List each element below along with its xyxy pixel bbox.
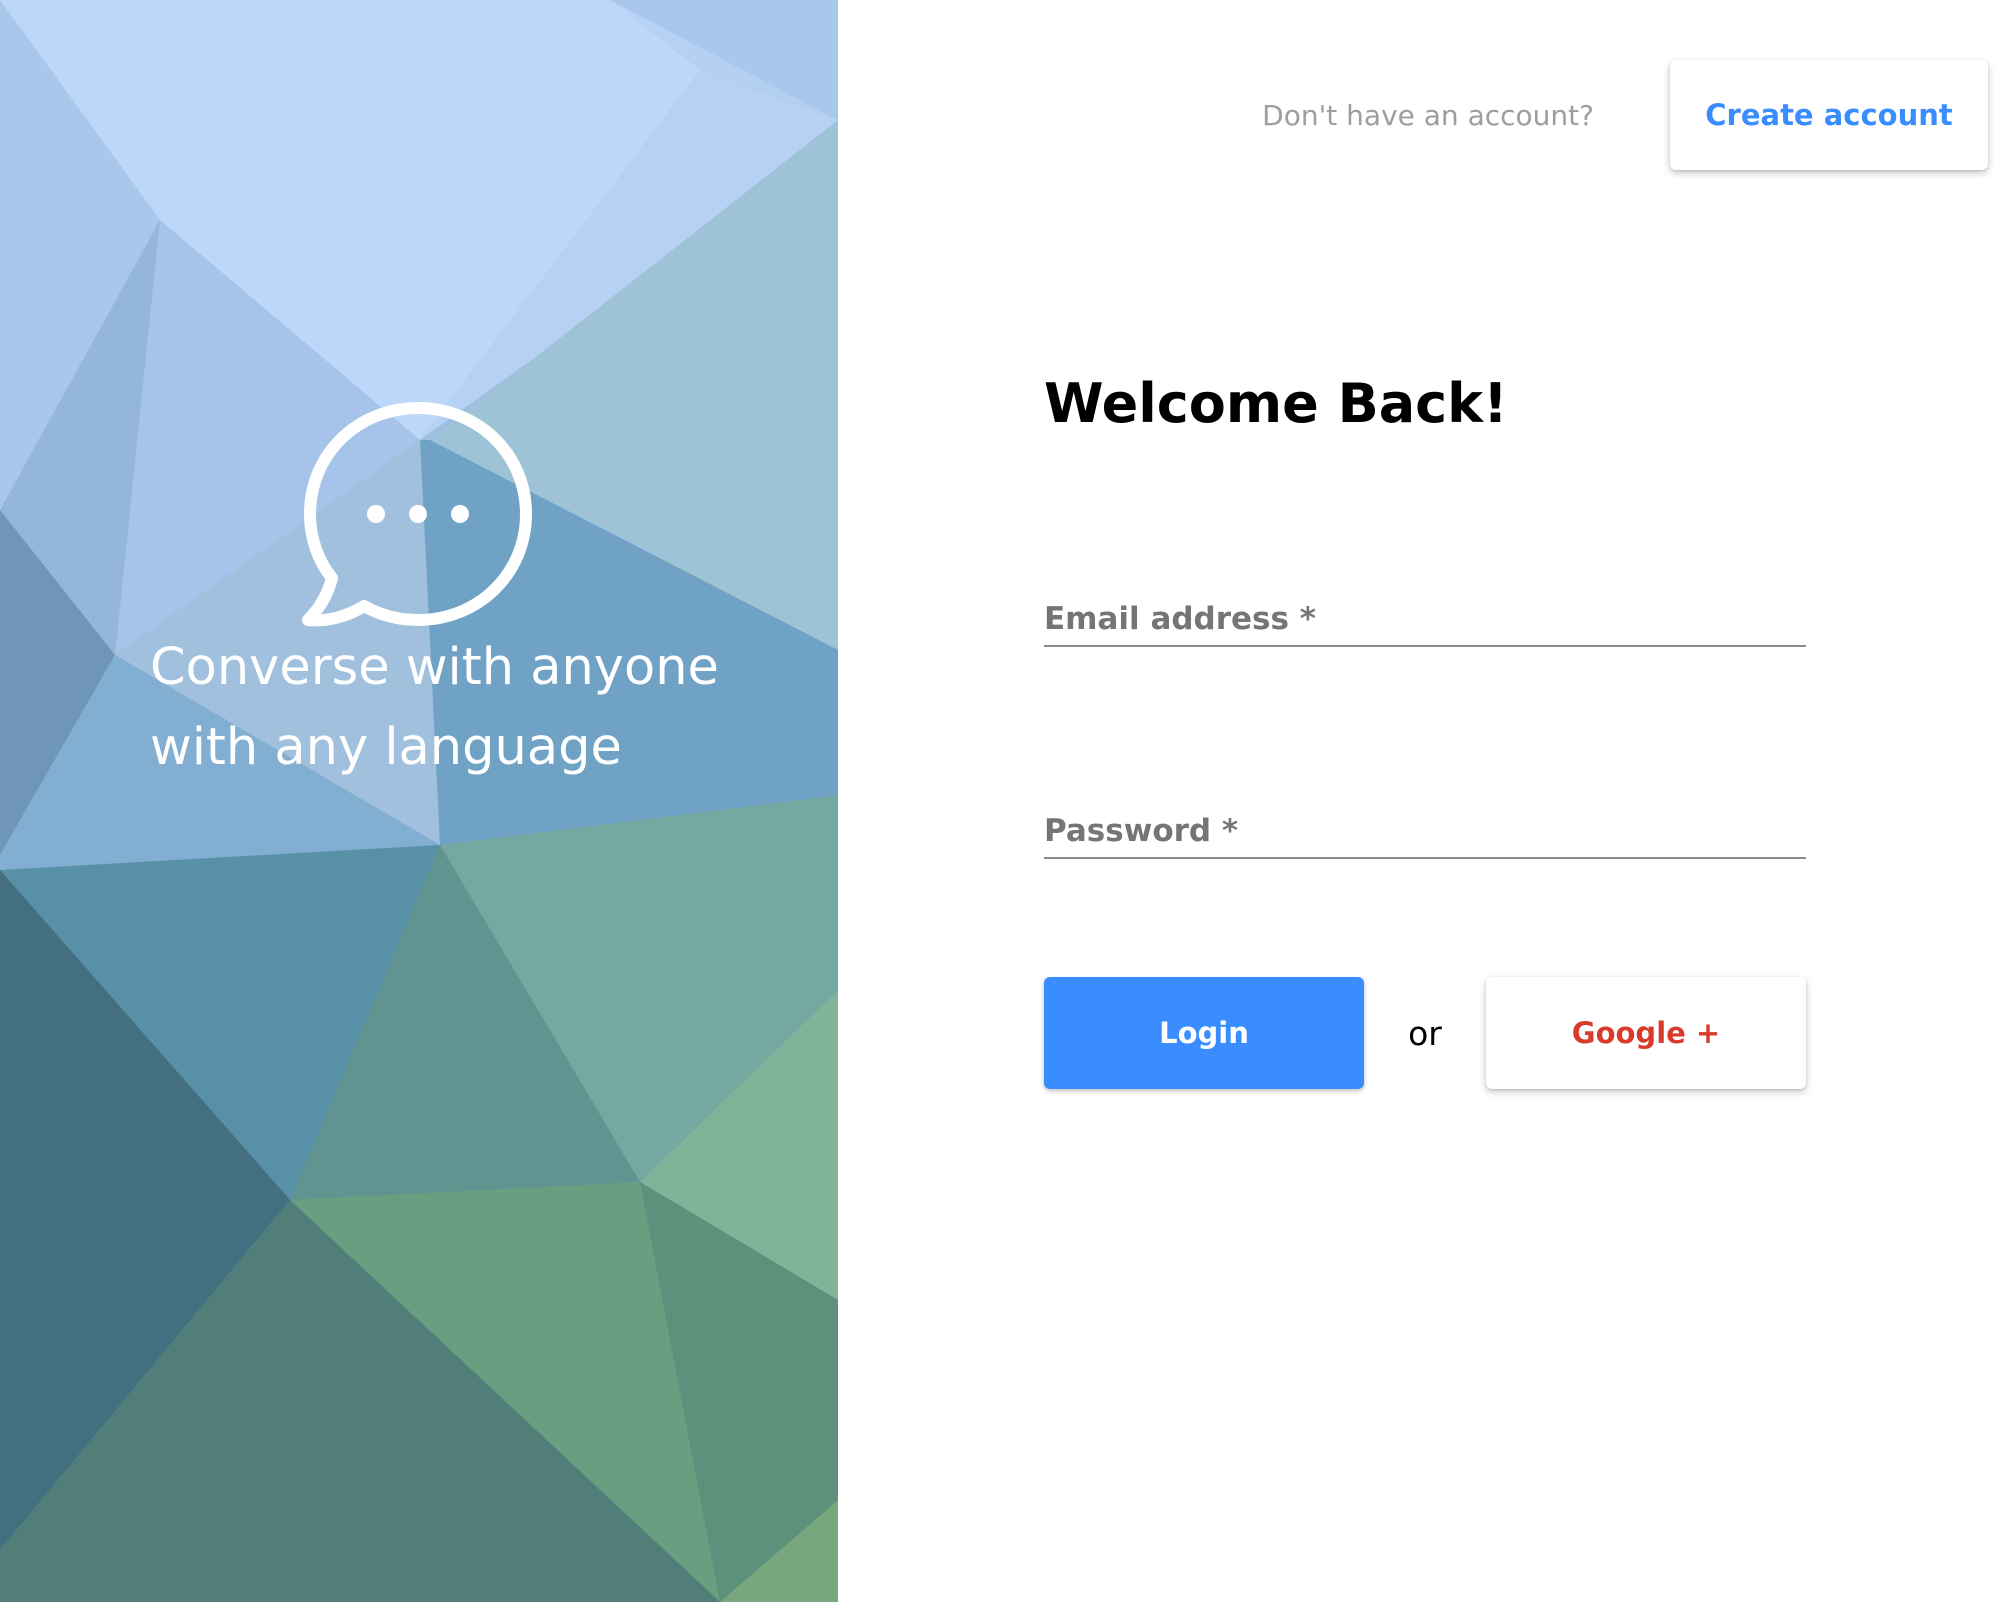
google-login-button[interactable]: Google + — [1486, 977, 1806, 1089]
signup-prompt: Don't have an account? — [1262, 99, 1594, 132]
password-input[interactable] — [1044, 807, 1810, 853]
create-account-button[interactable]: Create account — [1670, 60, 1988, 170]
chat-bubble-icon — [302, 402, 532, 627]
hero-tagline: Converse with anyone with any language — [150, 628, 790, 788]
email-field[interactable]: Email address * — [1044, 585, 1810, 647]
login-page: Converse with anyone with any language D… — [0, 0, 2010, 1602]
password-field[interactable]: Password * — [1044, 797, 1810, 859]
login-button[interactable]: Login — [1044, 977, 1364, 1089]
or-separator: or — [1408, 1013, 1442, 1053]
tagline-line-1: Converse with anyone — [150, 638, 719, 697]
hero-panel: Converse with anyone with any language — [0, 0, 838, 1602]
page-title: Welcome Back! — [1044, 372, 1508, 435]
tagline-line-2: with any language — [150, 718, 622, 777]
email-input[interactable] — [1044, 595, 1810, 641]
polygon-background — [0, 0, 838, 1602]
